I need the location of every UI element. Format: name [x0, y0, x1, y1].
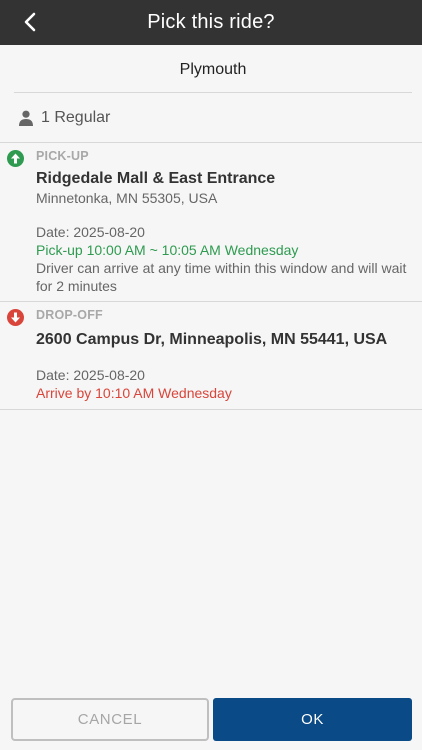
footer-actions: CANCEL OK	[0, 688, 422, 750]
pickup-note: Driver can arrive at any time within thi…	[36, 260, 407, 294]
pickup-date: Date: 2025-08-20	[36, 224, 145, 240]
pickup-location-subtitle: Minnetonka, MN 55305, USA	[36, 190, 218, 206]
arrow-up-circle-icon	[7, 150, 24, 167]
region-name: Plymouth	[14, 48, 412, 93]
person-icon	[19, 110, 33, 126]
cancel-button[interactable]: CANCEL	[11, 698, 209, 741]
dropoff-label: DROP-OFF	[36, 308, 103, 322]
ok-button[interactable]: OK	[213, 698, 412, 741]
passenger-row: 1 Regular	[0, 93, 422, 143]
pickup-section: PICK-UP Ridgedale Mall & East Entrance M…	[0, 143, 422, 302]
dropoff-arrive-by: Arrive by 10:10 AM Wednesday	[36, 385, 232, 401]
dropoff-location-title: 2600 Campus Dr, Minneapolis, MN 55441, U…	[36, 331, 388, 348]
pickup-location-title: Ridgedale Mall & East Entrance	[36, 170, 276, 187]
page-title: Pick this ride?	[147, 11, 275, 33]
passenger-label: 1 Regular	[41, 108, 111, 126]
pickup-label: PICK-UP	[36, 149, 89, 163]
back-button[interactable]	[18, 9, 42, 35]
app-header: Pick this ride?	[0, 0, 422, 45]
pickup-window: Pick-up 10:00 AM ~ 10:05 AM Wednesday	[36, 242, 299, 258]
dropoff-date: Date: 2025-08-20	[36, 367, 145, 383]
arrow-down-circle-icon	[7, 309, 24, 326]
chevron-left-icon	[24, 12, 36, 32]
dropoff-section: DROP-OFF 2600 Campus Dr, Minneapolis, MN…	[0, 302, 422, 410]
